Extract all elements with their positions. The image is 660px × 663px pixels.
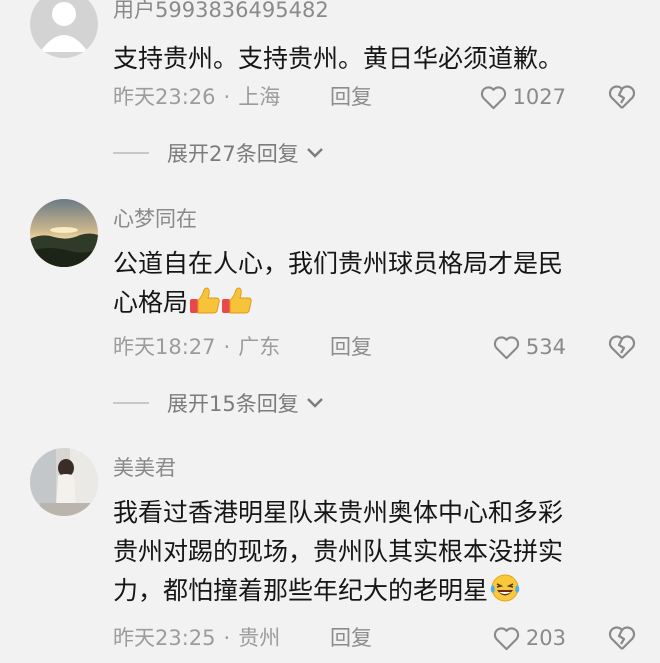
expand-replies-label: 展开15条回复 <box>167 392 299 416</box>
separator-dot: · <box>223 626 231 650</box>
comment-text-line: 力，都怕撞着那些年纪大的老明星 <box>113 571 648 614</box>
comment-text-line: 我看过香港明星队来贵州奥体中心和多彩 <box>113 498 564 527</box>
comment-text: 我看过香港明星队来贵州奥体中心和多彩 贵州对踢的现场，贵州队其实根本没拼实 力，… <box>113 493 648 614</box>
heart-icon <box>493 626 519 650</box>
comment-location: 上海 <box>238 85 281 109</box>
comment-username[interactable]: 美美君 <box>113 458 176 479</box>
chevron-down-icon <box>306 398 323 408</box>
comment-text-line: 支持贵州。支持贵州。黄日华必须道歉。 <box>113 44 564 73</box>
like-button[interactable]: 203 <box>493 623 566 653</box>
like-button[interactable]: 534 <box>493 332 566 362</box>
thumbs-up-icon <box>189 285 253 326</box>
separator-dot: · <box>223 335 231 359</box>
comment-time-location: 昨天18:27 · 广东 <box>113 332 280 362</box>
default-avatar-icon[interactable] <box>30 0 98 58</box>
expand-replies-button[interactable]: 展开27条回复 <box>113 138 325 168</box>
divider-line <box>113 152 149 154</box>
comment-meta: 昨天23:26 · 上海 回复 1027 <box>113 82 636 112</box>
sunset-landscape-avatar[interactable] <box>30 199 98 267</box>
comment-meta: 昨天18:27 · 广东 回复 534 <box>113 332 636 362</box>
comment-text: 公道自在人心，我们贵州球员格局才是民 心格局 <box>113 244 648 326</box>
comment-item: 用户5993836495482 支持贵州。支持贵州。黄日华必须道歉。 昨天23:… <box>0 0 660 180</box>
comment-location: 广东 <box>238 335 281 359</box>
like-count: 534 <box>525 335 566 359</box>
divider-line <box>113 402 149 404</box>
broken-heart-icon <box>608 85 636 109</box>
comment-item: 心梦同在 公道自在人心，我们贵州球员格局才是民 心格局 昨天18:27 · 广东 回… <box>0 196 660 426</box>
reply-button[interactable]: 回复 <box>330 623 372 653</box>
comment-time: 昨天23:25 <box>113 626 216 650</box>
comment-location: 贵州 <box>238 626 281 650</box>
comment-text: 支持贵州。支持贵州。黄日华必须道歉。 <box>113 39 648 78</box>
comment-time-location: 昨天23:26 · 上海 <box>113 82 280 112</box>
like-count: 1027 <box>512 85 566 109</box>
heart-icon <box>493 335 519 359</box>
comment-text-line: 公道自在人心，我们贵州球员格局才是民 <box>113 249 564 278</box>
dislike-button[interactable] <box>608 625 636 659</box>
comment-text-line: 贵州对踢的现场，贵州队其实根本没拼实 <box>113 537 564 566</box>
comment-username[interactable]: 心梦同在 <box>113 209 197 230</box>
like-count: 203 <box>525 626 566 650</box>
expand-replies-button[interactable]: 展开15条回复 <box>113 388 325 418</box>
comment-text-line: 心格局 <box>113 283 648 326</box>
comment-time: 昨天23:26 <box>113 85 216 109</box>
laughing-tears-icon <box>489 573 521 614</box>
broken-heart-icon <box>608 626 636 650</box>
person-photo-avatar[interactable] <box>30 448 98 516</box>
broken-heart-icon <box>608 335 636 359</box>
heart-icon <box>480 85 506 109</box>
reply-button[interactable]: 回复 <box>330 332 372 362</box>
like-button[interactable]: 1027 <box>480 82 566 112</box>
comment-item: 美美君 我看过香港明星队来贵州奥体中心和多彩 贵州对踢的现场，贵州队其实根本没拼… <box>0 443 660 663</box>
comment-username[interactable]: 用户5993836495482 <box>113 0 329 21</box>
separator-dot: · <box>223 85 231 109</box>
comment-meta: 昨天23:25 · 贵州 回复 203 <box>113 623 636 653</box>
comment-time: 昨天18:27 <box>113 335 216 359</box>
chevron-down-icon <box>306 148 323 158</box>
dislike-button[interactable] <box>608 84 636 118</box>
reply-button[interactable]: 回复 <box>330 82 372 112</box>
dislike-button[interactable] <box>608 334 636 368</box>
expand-replies-label: 展开27条回复 <box>167 142 299 166</box>
comment-time-location: 昨天23:25 · 贵州 <box>113 623 280 653</box>
